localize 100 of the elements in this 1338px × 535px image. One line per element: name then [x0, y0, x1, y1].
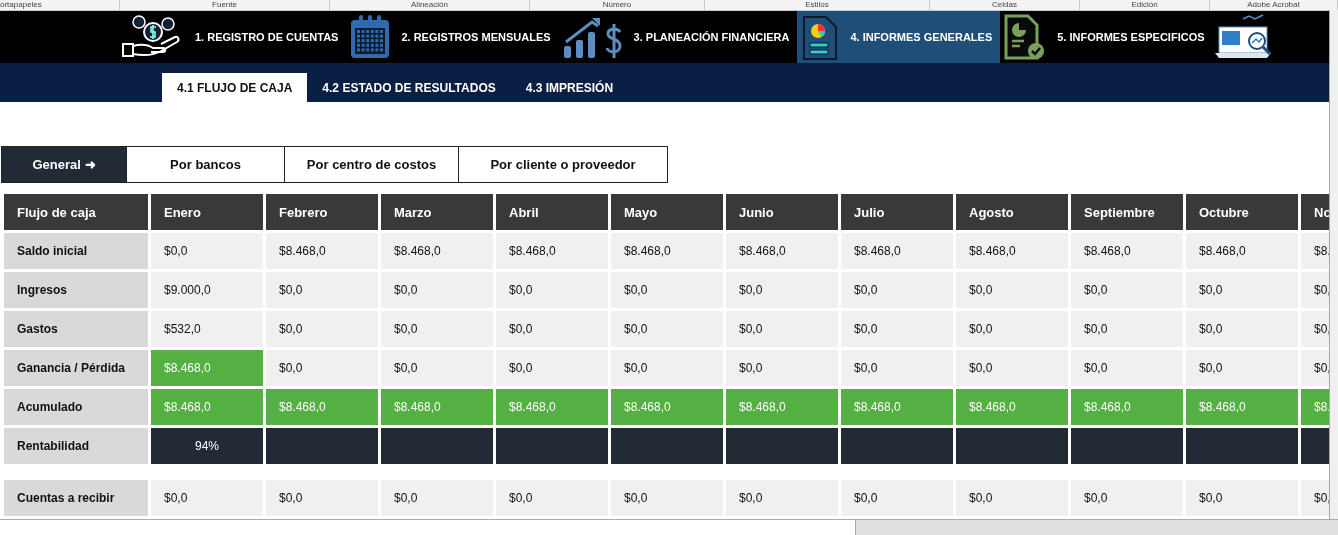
column-header: Agosto [956, 194, 1068, 230]
column-header: Mayo [611, 194, 723, 230]
table-cell: $0,0 [956, 311, 1068, 347]
table-cell: $0,0 [381, 350, 493, 386]
table-cell: $0,0 [496, 311, 608, 347]
table-cell: $8.468,0 [726, 233, 838, 269]
table-cell: $8.468,0 [151, 350, 263, 386]
table-cell: $0,0 [381, 311, 493, 347]
table-cell: $0,0 [611, 480, 723, 516]
table-cell: $0,0 [381, 480, 493, 516]
row-header: Cuentas a recibir [4, 480, 148, 516]
table-cell: $0,0 [1186, 272, 1298, 308]
filter-button[interactable]: Por bancos [126, 146, 285, 183]
table-cell: $8.468,0 [1186, 233, 1298, 269]
table-cell: $0, [1301, 350, 1330, 386]
column-header: Febrero [266, 194, 378, 230]
table-cell: $8.468,0 [381, 389, 493, 425]
horizontal-scrollbar[interactable] [0, 519, 1338, 535]
table-cell: $0,0 [611, 272, 723, 308]
column-header: Abril [496, 194, 608, 230]
table-cell: $0,0 [611, 311, 723, 347]
table-cell: $8.468,0 [266, 233, 378, 269]
table-cell: $0,0 [266, 480, 378, 516]
table-cell: $8.468,0 [381, 233, 493, 269]
column-header: Junio [726, 194, 838, 230]
column-header: Julio [841, 194, 953, 230]
table-cell: $0,0 [266, 272, 378, 308]
table-cell: $0,0 [841, 311, 953, 347]
column-header: Flujo de caja [4, 194, 148, 230]
table-cell: $9.000,0 [151, 272, 263, 308]
calendar-icon [349, 14, 392, 60]
ribbon-group-label: Número [602, 0, 632, 10]
table-cell: $0,0 [956, 350, 1068, 386]
ribbon-group-label: ortapapeles [0, 0, 42, 10]
table-cell: $0,0 [841, 272, 953, 308]
table-cell: $532,0 [151, 311, 263, 347]
table-cell: $0, [1301, 272, 1330, 308]
table-cell: 94% [151, 428, 263, 464]
table-cell: $0,0 [1071, 272, 1183, 308]
table-cell: $0,0 [496, 350, 608, 386]
table-cell: $0,0 [956, 480, 1068, 516]
table-cell: $0,0 [266, 311, 378, 347]
table-cell: $0,0 [1071, 311, 1183, 347]
ribbon-group-label: Edición [1131, 0, 1158, 10]
table-cell: $0,0 [496, 272, 608, 308]
table-cell: $0,0 [1186, 350, 1298, 386]
ribbon-group-label: Estilos [805, 0, 829, 10]
row-header: Gastos [4, 311, 148, 347]
ribbon-group-label: Celdas [992, 0, 1017, 10]
ribbon-group-label: Fuente [212, 0, 237, 10]
table-cell: $0,0 [1186, 480, 1298, 516]
filter-button[interactable]: General ➜ [1, 146, 127, 183]
table-cell: $8.468,0 [841, 389, 953, 425]
table-cell: $8.468,0 [841, 233, 953, 269]
filter-button[interactable]: Por centro de costos [284, 146, 459, 183]
table-cell: $0, [1301, 480, 1330, 516]
table-cell: $0,0 [381, 272, 493, 308]
table-cell: $0,0 [151, 233, 263, 269]
table-cell: $8. [1301, 233, 1330, 269]
table-cell: $0,0 [726, 480, 838, 516]
sub-tab[interactable]: 4.1 FLUJO DE CAJA [162, 73, 308, 102]
row-header: Saldo inicial [4, 233, 148, 269]
ribbon-group-label: Alineación [411, 0, 448, 10]
table-cell: $8.468,0 [1071, 389, 1183, 425]
table-cell: $8.468,0 [496, 233, 608, 269]
row-header: Ganancia / Pérdida [4, 350, 148, 386]
table-cell: $0,0 [841, 480, 953, 516]
row-header: Ingresos [4, 272, 148, 308]
sub-tab[interactable]: 4.2 ESTADO DE RESULTADOS [307, 73, 511, 102]
row-header: Rentabilidad [4, 428, 148, 464]
table-cell: $8.468,0 [611, 233, 723, 269]
table-cell: $0, [1301, 311, 1330, 347]
table-cell: $0,0 [726, 272, 838, 308]
table-cell: $0,0 [1071, 350, 1183, 386]
column-header: Septiembre [1071, 194, 1183, 230]
table-cell: $8.468,0 [1186, 389, 1298, 425]
table-cell: $0,0 [1071, 480, 1183, 516]
sub-tab[interactable]: 4.3 IMPRESIÓN [510, 73, 629, 102]
table-cell: $0,0 [1186, 311, 1298, 347]
table-cell: $8.468,0 [956, 389, 1068, 425]
table-cell: $0,0 [611, 350, 723, 386]
table-cell: $0,0 [841, 350, 953, 386]
table-cell: $0,0 [496, 480, 608, 516]
row-header: Acumulado [4, 389, 148, 425]
column-header: Enero [151, 194, 263, 230]
table-cell: $8.468,0 [496, 389, 608, 425]
ribbon-group-label: Adobe Acrobat [1247, 0, 1300, 10]
nav-tab[interactable]: 4. INFORMES GENERALES [797, 11, 1001, 63]
table-cell: $0,0 [151, 480, 263, 516]
table-cell: $0,0 [956, 272, 1068, 308]
table-cell: $8.468,0 [726, 389, 838, 425]
table-cell: $8. [1301, 389, 1330, 425]
table-cell: $8.468,0 [1071, 233, 1183, 269]
vertical-scrollbar[interactable] [1329, 10, 1338, 520]
table-cell: $8.468,0 [956, 233, 1068, 269]
table-cell: $0,0 [726, 311, 838, 347]
table-cell: $8.468,0 [151, 389, 263, 425]
table-cell: $8.468,0 [611, 389, 723, 425]
filter-button[interactable]: Por cliente o proveedor [458, 146, 668, 183]
table-cell: $8.468,0 [266, 389, 378, 425]
